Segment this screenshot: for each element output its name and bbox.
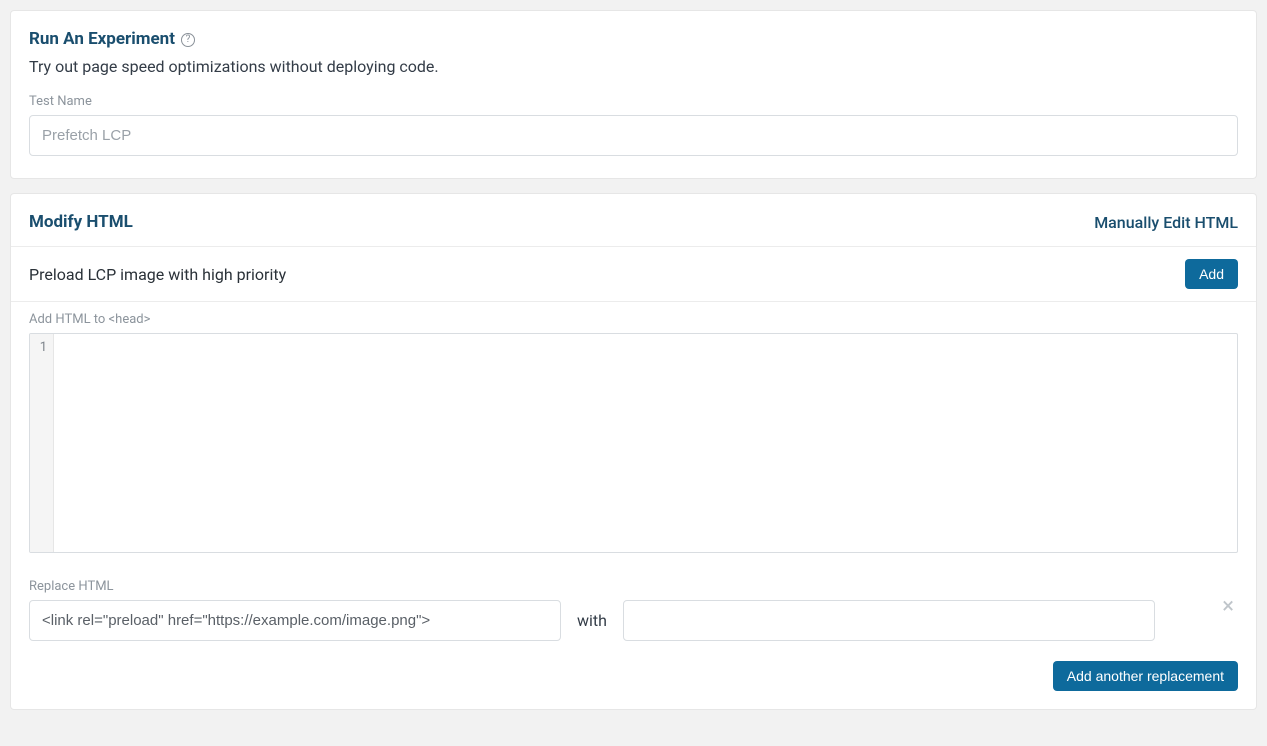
experiment-panel: Run An Experiment ? Try out page speed o… xyxy=(10,10,1257,179)
gutter-line-number: 1 xyxy=(30,338,47,358)
modify-title: Modify HTML xyxy=(29,212,133,232)
test-name-input[interactable] xyxy=(29,115,1238,156)
add-another-replacement-button[interactable]: Add another replacement xyxy=(1053,661,1238,691)
experiment-subtitle: Try out page speed optimizations without… xyxy=(29,57,1238,76)
with-label: with xyxy=(577,611,607,630)
editor-content[interactable] xyxy=(54,334,1237,552)
replace-target-input[interactable] xyxy=(623,600,1155,641)
replace-source-input[interactable] xyxy=(29,600,561,641)
replace-html-block: Replace HTML with × xyxy=(29,579,1238,641)
add-html-label: Add HTML to <head> xyxy=(29,312,1238,327)
manually-edit-link[interactable]: Manually Edit HTML xyxy=(1094,213,1238,232)
preload-label: Preload LCP image with high priority xyxy=(29,265,286,284)
experiment-title: Run An Experiment xyxy=(29,29,175,49)
add-button[interactable]: Add xyxy=(1185,259,1238,289)
html-head-editor[interactable]: 1 xyxy=(29,333,1238,553)
close-icon[interactable]: × xyxy=(1218,596,1238,618)
replace-html-label: Replace HTML xyxy=(29,579,1238,594)
modify-html-panel: Modify HTML Manually Edit HTML Preload L… xyxy=(10,193,1257,710)
help-icon[interactable]: ? xyxy=(181,33,195,47)
editor-gutter: 1 xyxy=(30,334,54,552)
test-name-label: Test Name xyxy=(29,94,1238,109)
